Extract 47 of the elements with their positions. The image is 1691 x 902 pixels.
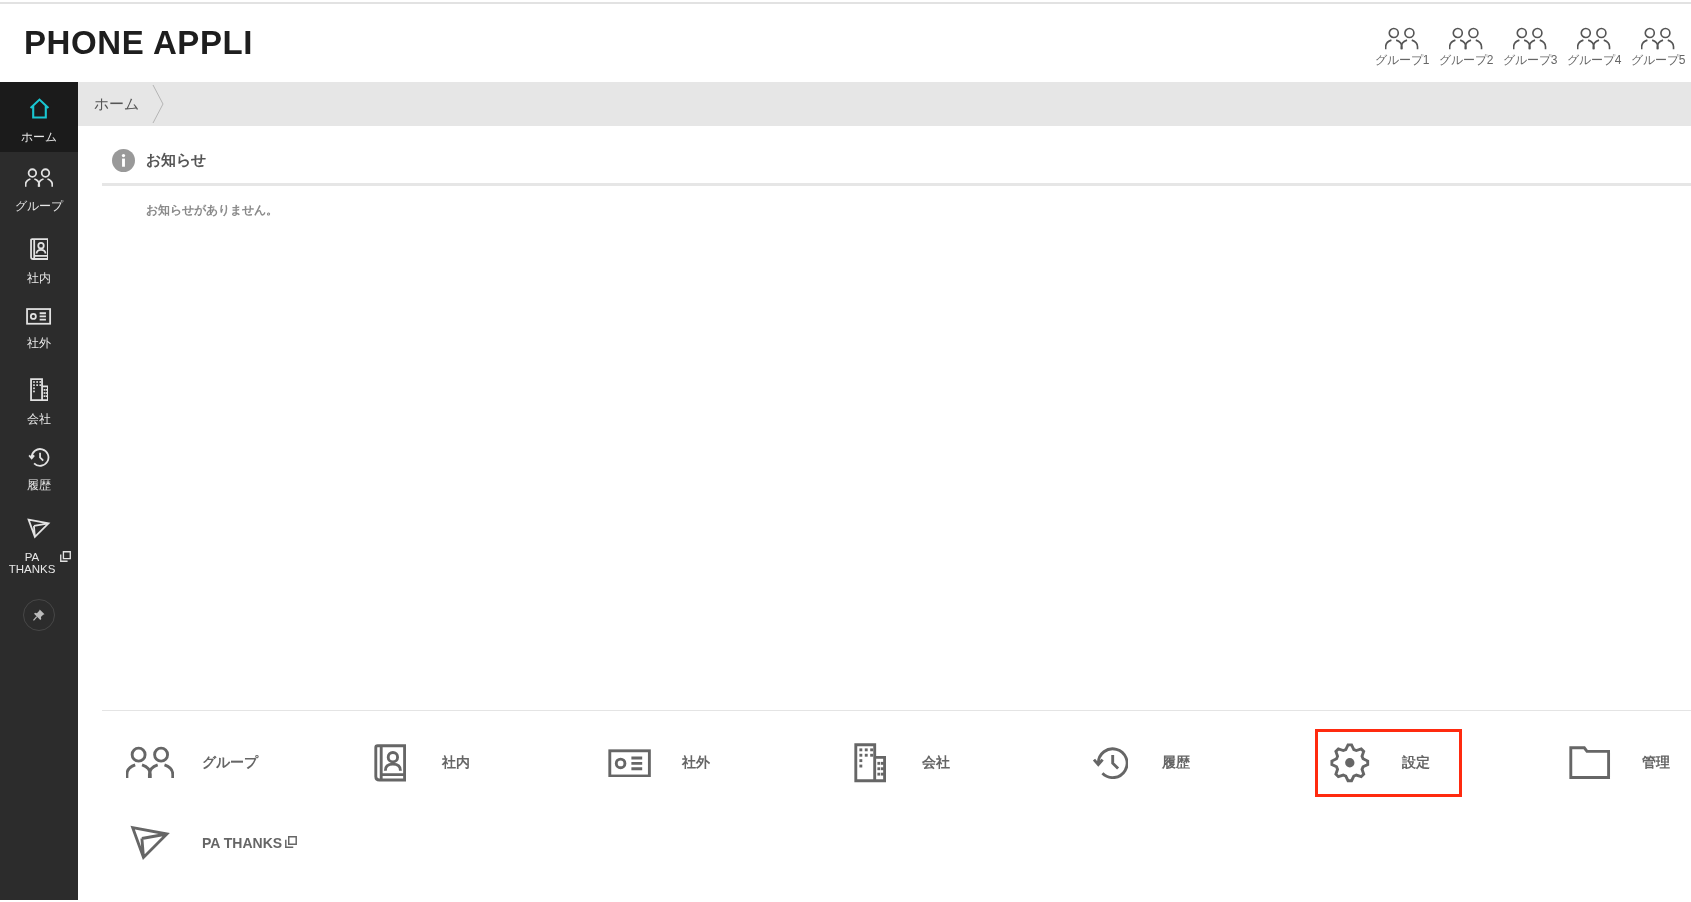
settings-icon <box>1330 743 1370 783</box>
group-shortcut[interactable]: グループ4 <box>1562 27 1626 67</box>
people-icon <box>1385 27 1419 51</box>
notice-title: お知らせ <box>146 151 206 170</box>
paper-plane-icon <box>27 518 51 539</box>
people-icon <box>1449 27 1483 51</box>
sidebar-item[interactable]: 社内 <box>0 222 78 292</box>
people-icon <box>1577 27 1611 51</box>
chevron-icon <box>152 84 164 124</box>
shortcut-button[interactable]: PA THANKS <box>115 809 309 877</box>
group-shortcut[interactable]: グループ2 <box>1434 27 1498 67</box>
notice-message: お知らせがありません。 <box>146 203 278 217</box>
shortcut-button[interactable]: 会社 <box>835 729 961 797</box>
sidebar-item[interactable]: 社外 <box>0 292 78 362</box>
sidebar-item[interactable]: ホーム <box>0 82 78 152</box>
sidebar-item[interactable]: PA THANKS <box>0 502 78 579</box>
home-icon <box>28 98 50 119</box>
id-card-icon <box>608 748 652 778</box>
shortcut-button[interactable]: グループ <box>115 729 269 797</box>
people-icon <box>1641 27 1675 51</box>
history-icon <box>1091 746 1129 780</box>
shortcut-button[interactable]: 社内 <box>355 729 481 797</box>
breadcrumb-link[interactable]: ホーム <box>94 94 139 114</box>
paper-plane-icon <box>130 825 170 861</box>
people-icon <box>125 746 175 780</box>
app-logo: PHONE APPLI <box>24 24 254 62</box>
building-icon <box>853 743 887 783</box>
address-book-icon <box>373 744 407 782</box>
group-shortcut[interactable]: グループ1 <box>1370 27 1434 67</box>
shortcut-button[interactable]: 履歴 <box>1075 729 1201 797</box>
info-icon <box>112 149 135 172</box>
shortcut-button[interactable]: 社外 <box>595 729 721 797</box>
history-icon <box>28 448 50 467</box>
shortcut-button[interactable]: 設定 <box>1315 729 1462 797</box>
pin-icon <box>33 608 45 621</box>
sidebar-item[interactable]: 履歴 <box>0 432 78 502</box>
folder-icon <box>1569 746 1611 780</box>
people-icon <box>1513 27 1547 51</box>
address-book-icon <box>29 238 49 261</box>
people-icon <box>24 168 54 188</box>
group-shortcut[interactable]: グループ3 <box>1498 27 1562 67</box>
shortcut-button[interactable]: 管理 <box>1555 729 1681 797</box>
group-shortcut[interactable]: グループ5 <box>1626 27 1690 67</box>
building-icon <box>29 378 49 402</box>
id-card-icon <box>26 308 52 325</box>
sidebar-item[interactable]: 会社 <box>0 362 78 432</box>
sidebar-item[interactable]: グループ <box>0 152 78 222</box>
